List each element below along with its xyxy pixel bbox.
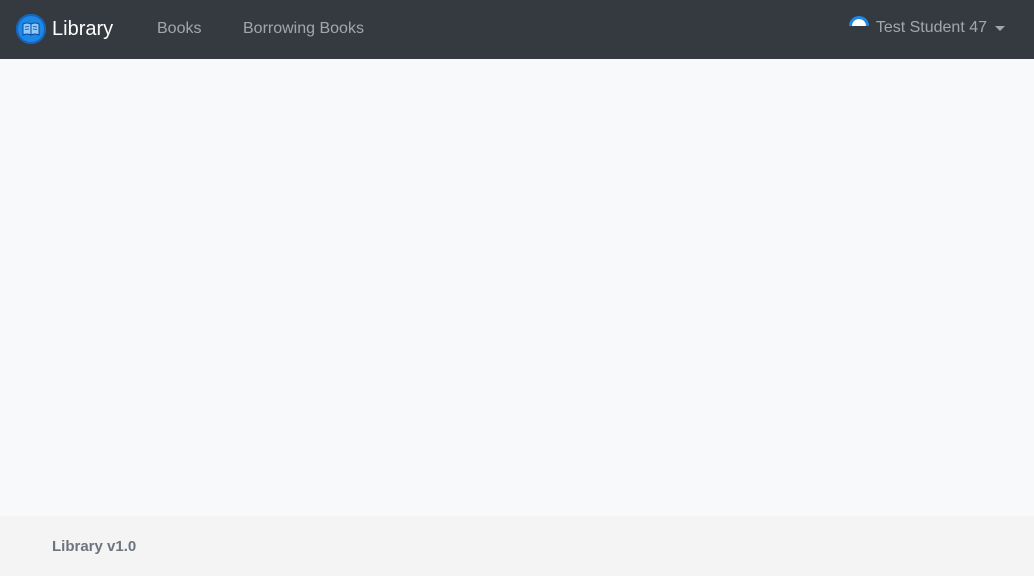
user-name: Test Student 47 (875, 19, 987, 36)
user-dropdown-toggle[interactable]: Test Student 47 (848, 16, 1005, 38)
main-content (0, 59, 1034, 516)
page-footer: Library v1.0 (0, 516, 1034, 576)
brand-title: Library (52, 18, 114, 40)
top-navbar: Library Books Borrowing Books Test Stude… (0, 0, 1034, 59)
nav-link-books[interactable]: Books (157, 19, 201, 39)
book-icon (16, 14, 46, 44)
caret-down-icon (995, 25, 1005, 31)
brand-link[interactable]: Library (16, 14, 113, 44)
footer-version-text: Library v1.0 (52, 538, 137, 555)
nav-link-borrowing-books[interactable]: Borrowing Books (243, 19, 364, 39)
user-avatar-icon (848, 14, 870, 36)
